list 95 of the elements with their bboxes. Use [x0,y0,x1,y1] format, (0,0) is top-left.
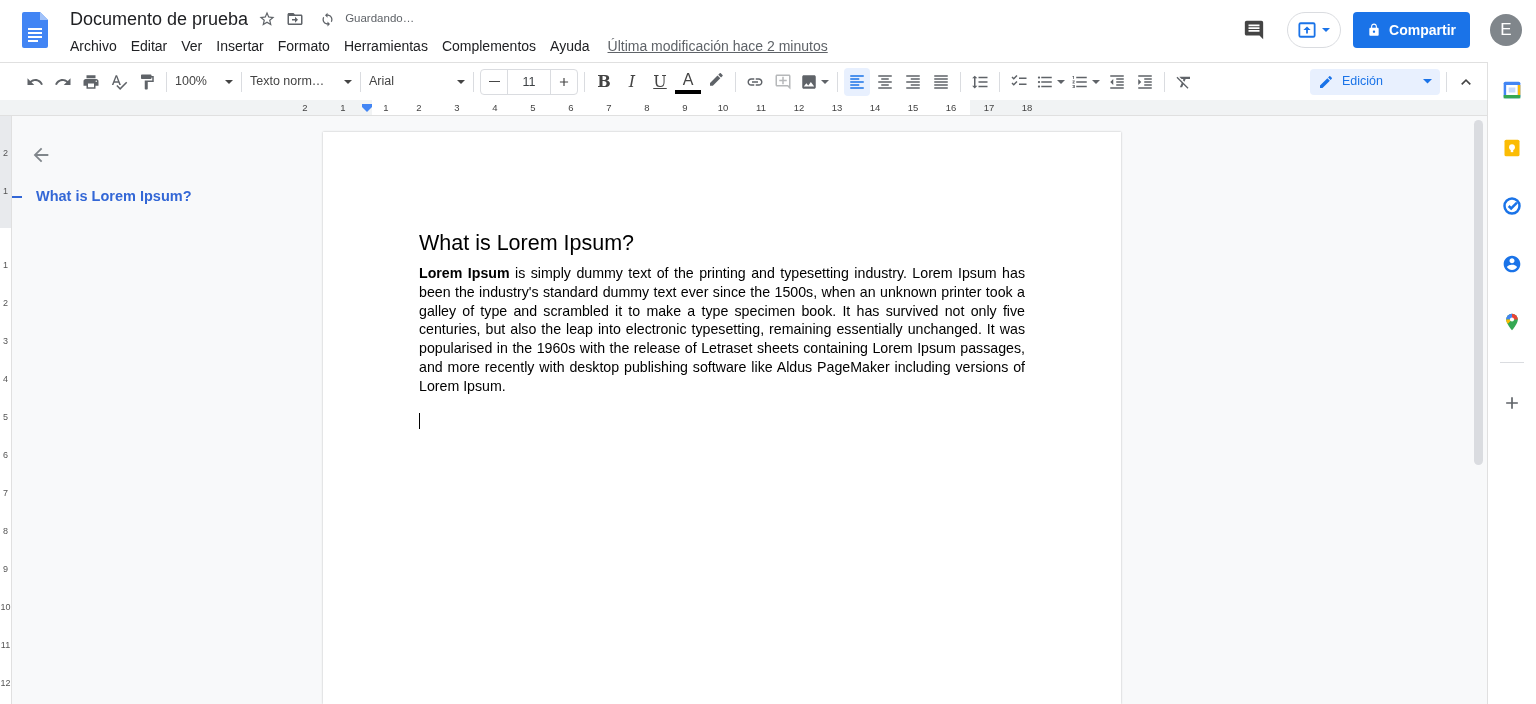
menu-item[interactable]: Archivo [70,36,117,57]
ruler-number: 10 [0,601,11,614]
editing-mode-dropdown[interactable]: Edición [1310,68,1440,95]
menu-item[interactable]: Complementos [441,36,537,57]
caret-icon [1092,79,1100,84]
font-dropdown[interactable]: Arial [367,67,467,96]
present-button[interactable] [1287,12,1342,48]
lock-icon [1367,23,1382,37]
caret-icon [1057,79,1065,84]
ruler-number: 7 [590,100,628,115]
last-edit-link[interactable]: Última modificación hace 2 minutos [607,36,828,57]
bold-button[interactable]: B [591,67,617,96]
image-icon [800,72,818,91]
outline-marker [12,195,22,198]
ruler-number: 11 [0,639,11,652]
ruler-number: 18 [1020,101,1034,115]
add-comment-icon [774,72,792,91]
ruler-number: 12 [0,677,11,690]
ruler-number: 3 [2,335,9,348]
menu-item[interactable]: Ayuda [550,36,590,57]
menu-item[interactable]: Insertar [216,36,264,57]
ruler-number: 8 [2,525,9,538]
scrollbar-thumb[interactable] [1474,120,1483,465]
text-color-button[interactable]: A [675,69,701,94]
ruler-number: 5 [2,411,9,424]
ruler-number: 7 [2,487,9,500]
style-dropdown[interactable]: Texto norm… [248,67,354,96]
italic-button[interactable]: I [619,67,645,96]
indent-marker[interactable] [362,104,372,112]
docs-logo[interactable] [22,12,48,48]
caret-icon [457,79,465,84]
ruler-number: 9 [666,100,704,115]
save-status: Guardando… [345,11,415,27]
share-button[interactable]: Compartir [1353,12,1470,48]
ruler-number: 2 [301,101,309,115]
avatar[interactable]: E [1490,14,1522,46]
document-title[interactable]: Documento de prueba [70,8,249,30]
caret-icon [821,79,829,84]
ruler-number: 17 [982,101,996,115]
menu-item[interactable]: Formato [277,36,330,57]
star-icon[interactable] [258,10,277,28]
move-folder-icon[interactable] [286,10,305,28]
comment-icon[interactable] [1243,19,1266,41]
contact-icon[interactable] [1502,254,1522,274]
text-cursor [419,412,420,429]
ruler-number: 12 [780,100,818,115]
ruler-number: 1 [2,259,9,272]
ruler-number: 2 [2,147,9,160]
outline-item[interactable]: What is Lorem Ipsum? [36,186,192,208]
pencil-icon [1318,73,1334,90]
ruler-number: 8 [628,100,666,115]
decrease-indent-icon [1108,72,1126,91]
ruler-number: 4 [2,373,9,386]
ruler-number: 9 [2,563,9,576]
ruler-number: 2 [400,100,438,115]
paint-roller-icon [138,72,156,91]
align-left-button[interactable] [844,67,870,96]
body-paragraph: Lorem Ipsum is simply dummy text of the printing and typesetting industry. Lorem Ipsum has been the industry's standard dummy text ever since the 1500s, when an unknown printer took a galley of type and scrambled it to make a type specimen book. It has survived not only five centuries, but also the leap into electronic typesetting, remaining essentially unchanged. It was popularised in the 1960s with the release of Letraset sheets containing Lorem Ipsum passages, and more recently with desktop publishing software like Aldus PageMaker including versions of Lorem Ipsum. [419,264,1025,396]
increase-indent-icon [1136,72,1154,91]
menu-item[interactable]: Herramientas [343,36,428,57]
caret-icon [344,79,352,84]
align-justify-icon [932,72,950,91]
ruler-number: 3 [438,100,476,115]
spellcheck-icon [110,72,128,91]
caret-icon [225,79,233,84]
ruler-number: 5 [514,100,552,115]
ruler-number: 1 [372,100,400,115]
menu-item[interactable]: Ver [181,36,203,57]
caret-icon [1322,28,1331,32]
ruler-number: 15 [894,100,932,115]
ruler-number: 10 [704,100,742,115]
minus-icon[interactable] [488,80,500,83]
ruler-number: 4 [476,100,514,115]
ruler-number: 2 [2,297,9,310]
align-right-icon [904,72,922,91]
print-icon [82,72,100,91]
ruler-number: 6 [552,100,590,115]
ruler-number: 13 [818,100,856,115]
ruler-number: 1 [2,185,9,198]
present-icon[interactable] [1298,21,1317,39]
align-left-icon [848,72,866,91]
ruler-number: 6 [2,449,9,462]
zoom-dropdown[interactable]: 100% [173,67,235,96]
underline-button[interactable]: U [647,67,673,96]
ruler-number: 14 [856,100,894,115]
menu-item[interactable]: Editar [130,36,168,57]
ruler-number: 1 [339,101,347,115]
checkmark-circle-icon[interactable] [1502,196,1522,216]
align-center-icon [876,72,894,91]
caret-icon [1423,79,1432,84]
calendar-icon[interactable] [1502,80,1522,100]
chevron-up-icon[interactable] [1460,78,1472,85]
ruler-number: 11 [742,100,780,115]
document-heading: What is Lorem Ipsum? [419,230,636,256]
ruler-number: 16 [932,100,970,115]
